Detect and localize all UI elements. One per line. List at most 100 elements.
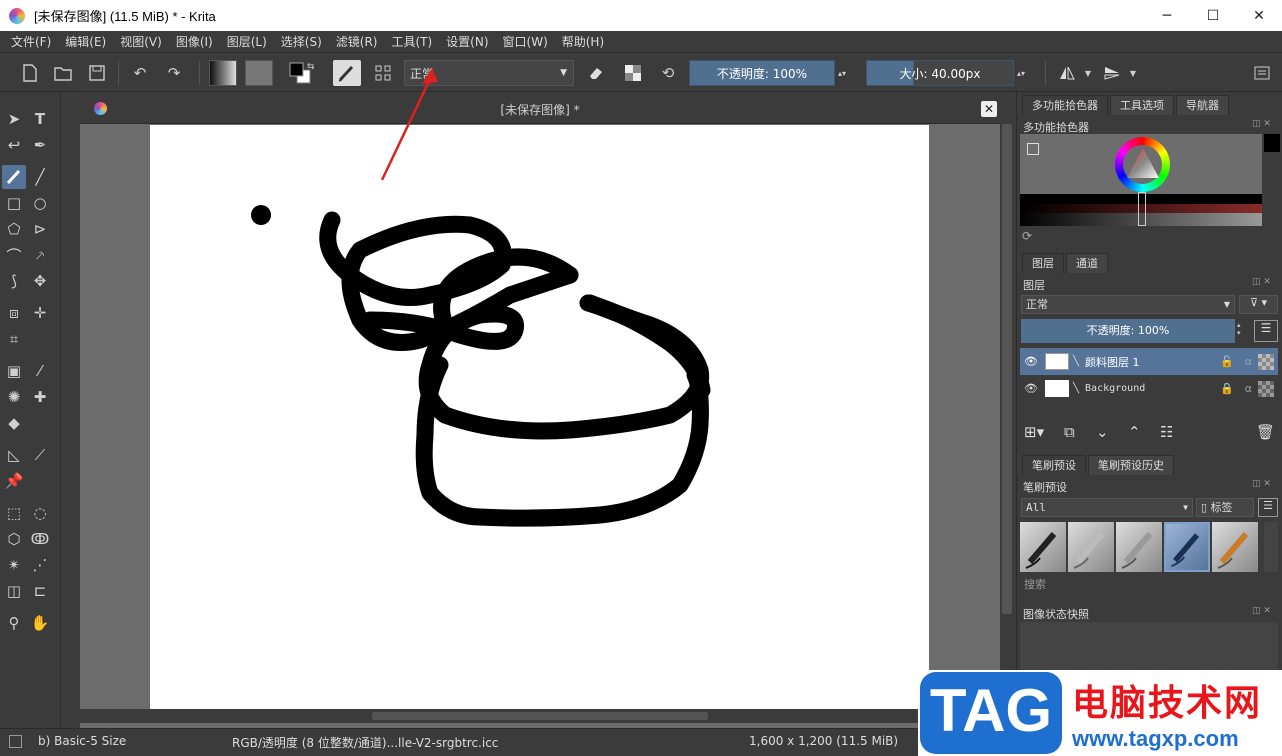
colorize-mask-tool-icon[interactable]: ✺ bbox=[2, 385, 26, 409]
size-spin-icon[interactable]: ▴▾ bbox=[1015, 60, 1027, 86]
preserve-alpha-icon[interactable] bbox=[620, 60, 646, 86]
close-document-icon[interactable]: ✕ bbox=[981, 101, 997, 117]
opacity-slider[interactable]: 不透明度: 100% bbox=[689, 60, 835, 86]
polyline-tool-icon[interactable]: ⊳ bbox=[28, 217, 52, 241]
size-slider[interactable]: 大小: 40.00px bbox=[866, 60, 1014, 86]
tab-channels[interactable]: 通道 bbox=[1066, 253, 1108, 273]
brush-search-input[interactable]: 搜索 bbox=[1021, 576, 1278, 594]
menu-file[interactable]: 文件(F) bbox=[4, 31, 58, 53]
tab-layers[interactable]: 图层 bbox=[1022, 253, 1064, 273]
line-tool-icon[interactable]: ╱ bbox=[28, 165, 52, 189]
layer-properties-icon[interactable]: ☰ bbox=[1254, 320, 1278, 342]
polygonal-selection-tool-icon[interactable]: ⬡ bbox=[2, 527, 26, 551]
panel-float-close-icon[interactable]: ◫ ✕ bbox=[1252, 277, 1271, 287]
menu-edit[interactable]: 编辑(E) bbox=[58, 31, 113, 53]
horizontal-scrollbar[interactable] bbox=[80, 709, 1000, 723]
inherit-alpha-icon[interactable] bbox=[1258, 353, 1274, 370]
brush-preset-item[interactable] bbox=[1116, 522, 1162, 572]
visibility-eye-icon[interactable]: 👁 bbox=[1020, 382, 1042, 395]
reload-preset-icon[interactable]: ⟲ bbox=[655, 60, 681, 86]
save-icon[interactable] bbox=[85, 60, 109, 86]
rectangular-selection-tool-icon[interactable]: ⬚ bbox=[2, 501, 26, 525]
color-picker-tool-icon[interactable]: ⁄ bbox=[28, 359, 52, 383]
color-selector-area[interactable] bbox=[1020, 134, 1262, 226]
menu-select[interactable]: 选择(S) bbox=[274, 31, 329, 53]
calligraphy-tool-icon[interactable]: ✒ bbox=[28, 133, 52, 157]
chevron-down-icon[interactable]: ▼ bbox=[1082, 60, 1094, 86]
pattern-selector[interactable] bbox=[245, 60, 273, 86]
dynamic-brush-tool-icon[interactable]: ⟆ bbox=[2, 269, 26, 293]
lock-icon[interactable]: 🔒 bbox=[1220, 382, 1234, 395]
mirror-vertical-icon[interactable] bbox=[1099, 60, 1125, 86]
move-layer-up-icon[interactable]: ⌃ bbox=[1128, 423, 1141, 441]
layer-opacity-spin-icon[interactable]: ▴ ▾ bbox=[1237, 321, 1247, 337]
close-button[interactable]: ✕ bbox=[1236, 0, 1282, 31]
gradient-tool-icon[interactable]: ▣ bbox=[2, 359, 26, 383]
lock-icon[interactable]: 🔓 bbox=[1220, 355, 1234, 368]
vertical-scrollbar[interactable] bbox=[1000, 94, 1014, 709]
layer-blend-mode-select[interactable]: 正常 ▼ bbox=[1021, 295, 1235, 314]
elliptical-selection-tool-icon[interactable]: ◌ bbox=[28, 501, 52, 525]
redo-icon[interactable]: ↷ bbox=[162, 60, 186, 86]
opacity-spin-icon[interactable]: ▴▾ bbox=[836, 60, 848, 86]
tab-brush-presets[interactable]: 笔刷预设 bbox=[1022, 455, 1086, 475]
menu-help[interactable]: 帮助(H) bbox=[555, 31, 611, 53]
polygon-tool-icon[interactable]: ⬠ bbox=[2, 217, 26, 241]
eraser-mode-icon[interactable] bbox=[583, 60, 609, 86]
brush-preset-icon[interactable] bbox=[333, 60, 361, 86]
contiguous-selection-tool-icon[interactable]: ✴ bbox=[2, 553, 26, 577]
edit-shapes-tool-icon[interactable]: ↩ bbox=[2, 133, 26, 157]
menu-settings[interactable]: 设置(N) bbox=[439, 31, 495, 53]
smart-patch-tool-icon[interactable]: ✚ bbox=[28, 385, 52, 409]
new-document-icon[interactable] bbox=[18, 60, 42, 86]
select-shapes-tool-icon[interactable]: ➤ bbox=[2, 107, 26, 131]
freehand-path-tool-icon[interactable]: ⸕ bbox=[28, 243, 52, 267]
undo-icon[interactable]: ↶ bbox=[128, 60, 152, 86]
chevron-down-icon[interactable]: ▼ bbox=[1127, 60, 1139, 86]
menu-layer[interactable]: 图层(L) bbox=[220, 31, 274, 53]
brush-preset-item[interactable] bbox=[1212, 522, 1258, 572]
brush-grid-scrollbar[interactable] bbox=[1264, 522, 1278, 572]
move-layer-down-icon[interactable]: ⌄ bbox=[1096, 423, 1109, 441]
alpha-lock-icon[interactable]: α bbox=[1245, 382, 1252, 395]
tab-brush-preset-history[interactable]: 笔刷预设历史 bbox=[1088, 455, 1174, 475]
snapshot-list[interactable] bbox=[1020, 622, 1278, 672]
tab-tool-options[interactable]: 工具选项 bbox=[1110, 95, 1174, 115]
text-tool-icon[interactable]: T bbox=[28, 107, 52, 131]
layer-filter-icon[interactable]: ⊽ ▾ bbox=[1239, 295, 1278, 314]
magnetic-selection-tool-icon[interactable]: ⊏ bbox=[28, 579, 52, 603]
freehand-selection-tool-icon[interactable]: ↂ bbox=[28, 527, 52, 551]
canvas[interactable] bbox=[150, 125, 929, 709]
multibrush-tool-icon[interactable]: ✥ bbox=[28, 269, 52, 293]
move-tool-icon[interactable]: ✛ bbox=[28, 301, 52, 325]
gradient-selector[interactable] bbox=[209, 60, 237, 86]
inherit-alpha-icon[interactable] bbox=[1258, 380, 1274, 397]
brush-view-options-icon[interactable]: ☰ bbox=[1258, 498, 1278, 517]
docker-menu-icon[interactable] bbox=[1250, 60, 1274, 86]
crop-tool-icon[interactable]: ⌗ bbox=[2, 327, 26, 351]
minimize-button[interactable]: ─ bbox=[1144, 0, 1190, 31]
reference-images-tool-icon[interactable]: 📌 bbox=[2, 469, 26, 493]
open-document-icon[interactable] bbox=[51, 60, 75, 86]
rectangle-tool-icon[interactable]: □ bbox=[2, 191, 26, 215]
ellipse-tool-icon[interactable]: ○ bbox=[28, 191, 52, 215]
pan-tool-icon[interactable]: ✋ bbox=[28, 611, 52, 635]
brush-preset-item-selected[interactable] bbox=[1164, 522, 1210, 572]
menu-tools[interactable]: 工具(T) bbox=[384, 31, 439, 53]
layer-opacity-slider[interactable]: 不透明度: 100% bbox=[1021, 319, 1235, 343]
similar-selection-tool-icon[interactable]: ⋰ bbox=[28, 553, 52, 577]
bezier-tool-icon[interactable]: ⌒ bbox=[2, 243, 26, 267]
maximize-button[interactable]: ☐ bbox=[1190, 0, 1236, 31]
hue-wheel[interactable] bbox=[1115, 137, 1170, 192]
layer-row[interactable]: 👁 ╲ 颜料图层 1 🔓 α bbox=[1020, 348, 1278, 375]
fill-tool-icon[interactable]: ◆ bbox=[2, 411, 26, 435]
color-selector-settings-icon[interactable] bbox=[1027, 143, 1039, 155]
current-color-swatch[interactable] bbox=[1264, 134, 1280, 152]
brush-preset-item[interactable] bbox=[1020, 522, 1066, 572]
fg-bg-color-selector[interactable]: ⇆ bbox=[287, 60, 317, 86]
menu-window[interactable]: 窗口(W) bbox=[496, 31, 555, 53]
duplicate-layer-icon[interactable]: ⧉ bbox=[1064, 423, 1075, 441]
brush-filter-select[interactable]: All ▼ bbox=[1021, 498, 1193, 517]
alpha-lock-icon[interactable]: α bbox=[1245, 355, 1252, 368]
transform-tool-icon[interactable]: ⧈ bbox=[2, 301, 26, 325]
